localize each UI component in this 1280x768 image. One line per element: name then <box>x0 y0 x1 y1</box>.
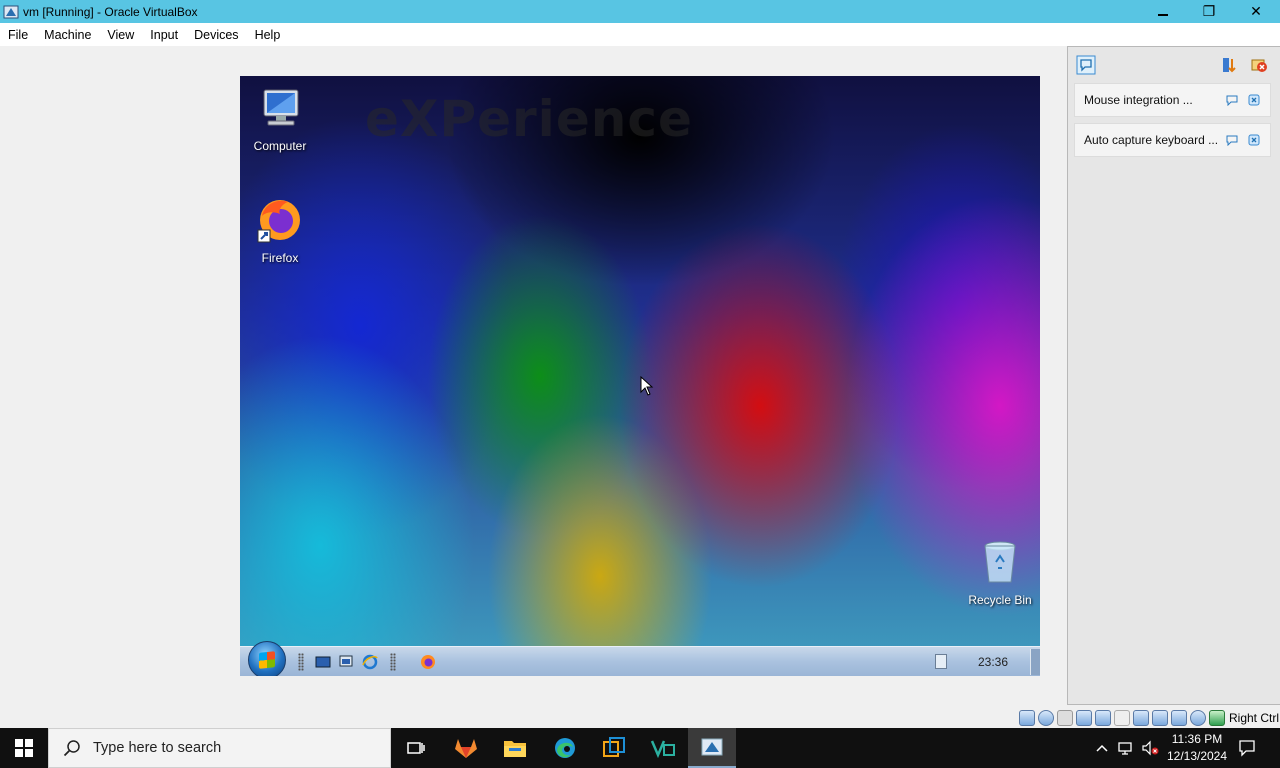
floppy-icon[interactable] <box>1057 710 1073 726</box>
notification-detail-icon[interactable] <box>1226 94 1238 106</box>
virtualbox-app-icon <box>3 5 19 18</box>
action-center-icon <box>1239 740 1255 757</box>
title-bar: vm [Running] - Oracle VirtualBox ❐ ✕ <box>0 0 1280 23</box>
wallpaper-watermark: eXPerience <box>365 90 693 148</box>
menu-bar: File Machine View Input Devices Help <box>0 23 1280 46</box>
taskbar-app-edge[interactable] <box>541 728 589 768</box>
desktop-icon-label: Recycle Bin <box>968 593 1032 607</box>
taskbar-app-vmware[interactable] <box>639 728 687 768</box>
restore-button[interactable]: ❐ <box>1186 0 1232 23</box>
desktop-icon-label: Firefox <box>261 251 299 265</box>
search-icon <box>63 740 80 757</box>
menu-devices[interactable]: Devices <box>186 28 246 42</box>
search-placeholder: Type here to search <box>93 740 222 756</box>
network-icon <box>1118 742 1132 755</box>
notification-card-mouse-integration[interactable]: Mouse integration ... <box>1074 83 1271 117</box>
status-bar-icons <box>1019 710 1225 726</box>
hard-disk-icon[interactable] <box>1019 710 1035 726</box>
mouse-cursor-icon <box>640 376 654 396</box>
guest-screen[interactable]: eXPerience Computer Firefox Recycle Bin <box>240 76 1040 676</box>
clock-time: 11:36 PM <box>1171 732 1223 746</box>
firefox-taskbar-icon[interactable] <box>420 654 436 670</box>
notification-tray-icon[interactable] <box>935 654 947 669</box>
virtualbox-vm-icon <box>701 738 723 756</box>
switch-windows-icon[interactable] <box>338 654 354 670</box>
host-taskbar: Type here to search 11:36 PM 12/13/2024 <box>0 728 1280 768</box>
window-title: vm [Running] - Oracle VirtualBox <box>23 4 198 19</box>
show-desktop-icon[interactable] <box>315 654 331 670</box>
action-center-button[interactable] <box>1238 728 1256 768</box>
cpu-icon[interactable] <box>1190 710 1206 726</box>
vmware-icon <box>650 740 675 759</box>
task-view-icon <box>407 742 425 754</box>
guest-start-button[interactable] <box>248 641 286 676</box>
network-icon[interactable] <box>1095 710 1111 726</box>
clock-date: 12/13/2024 <box>1166 749 1228 763</box>
menu-view[interactable]: View <box>99 28 142 42</box>
show-hidden-icons-button[interactable] <box>1094 728 1110 768</box>
start-button[interactable] <box>0 728 48 768</box>
task-view-button[interactable] <box>392 728 440 768</box>
notification-center: Mouse integration ... Auto capture keybo… <box>1067 46 1280 705</box>
recording-icon[interactable] <box>1171 710 1187 726</box>
optical-drive-icon[interactable] <box>1038 710 1054 726</box>
taskbar-app-virtualbox-vm[interactable] <box>688 728 736 768</box>
network-status[interactable] <box>1117 728 1135 768</box>
usb-icon[interactable] <box>1114 710 1130 726</box>
audio-icon[interactable] <box>1076 710 1092 726</box>
gitlab-icon <box>455 739 477 758</box>
desktop-icon-computer[interactable]: Computer <box>240 84 320 153</box>
show-desktop-button[interactable] <box>1030 649 1040 675</box>
sort-notifications-icon[interactable] <box>1221 56 1239 74</box>
notification-close-icon[interactable] <box>1248 94 1260 106</box>
mouse-integration-icon[interactable] <box>1209 710 1225 726</box>
windows-logo-icon <box>15 739 33 757</box>
taskbar-app-file-explorer[interactable] <box>491 728 539 768</box>
notification-card-auto-capture-keyboard[interactable]: Auto capture keyboard ... <box>1074 123 1271 157</box>
edge-icon <box>555 738 575 758</box>
taskbar-grip[interactable] <box>298 653 304 671</box>
notification-detail-icon[interactable] <box>1226 134 1238 146</box>
desktop-icon-label: Computer <box>253 139 307 153</box>
notification-close-icon[interactable] <box>1248 134 1260 146</box>
status-bar: Right Ctrl <box>0 708 1280 728</box>
virtualbox-manager-icon <box>603 737 625 757</box>
shared-folders-icon[interactable] <box>1133 710 1149 726</box>
taskbar-app-gitlab[interactable] <box>442 728 490 768</box>
menu-machine[interactable]: Machine <box>36 28 99 42</box>
recycle-bin-icon <box>984 541 1016 583</box>
dismiss-all-icon[interactable] <box>1250 56 1268 74</box>
minimize-button[interactable] <box>1140 0 1186 23</box>
notification-center-icon[interactable] <box>1076 55 1096 75</box>
notification-header <box>1068 47 1280 83</box>
menu-input[interactable]: Input <box>142 28 186 42</box>
volume-muted-icon <box>1142 740 1159 756</box>
volume-status[interactable] <box>1141 728 1159 768</box>
guest-taskbar: 23:36 <box>240 641 1040 676</box>
firefox-icon <box>257 200 300 243</box>
close-button[interactable]: ✕ <box>1233 0 1279 23</box>
menu-file[interactable]: File <box>0 28 36 42</box>
desktop-icon-recycle-bin[interactable]: Recycle Bin <box>960 538 1040 607</box>
taskbar-app-virtualbox-manager[interactable] <box>590 728 638 768</box>
internet-explorer-icon[interactable] <box>362 654 378 670</box>
taskbar-search-box[interactable]: Type here to search <box>48 728 391 768</box>
taskbar-grip[interactable] <box>390 653 396 671</box>
taskbar-clock[interactable]: 11:36 PM 12/13/2024 <box>1160 731 1234 765</box>
menu-help[interactable]: Help <box>247 28 289 42</box>
notification-text: Mouse integration ... <box>1084 93 1193 107</box>
guest-clock[interactable]: 23:36 <box>978 655 1008 669</box>
desktop-icon-firefox[interactable]: Firefox <box>240 196 320 265</box>
notification-text: Auto capture keyboard ... <box>1084 133 1219 147</box>
host-key-label[interactable]: Right Ctrl <box>1229 711 1279 725</box>
computer-icon <box>263 89 299 126</box>
chevron-up-icon <box>1096 744 1108 752</box>
file-explorer-icon <box>504 741 526 757</box>
display-icon[interactable] <box>1152 710 1168 726</box>
